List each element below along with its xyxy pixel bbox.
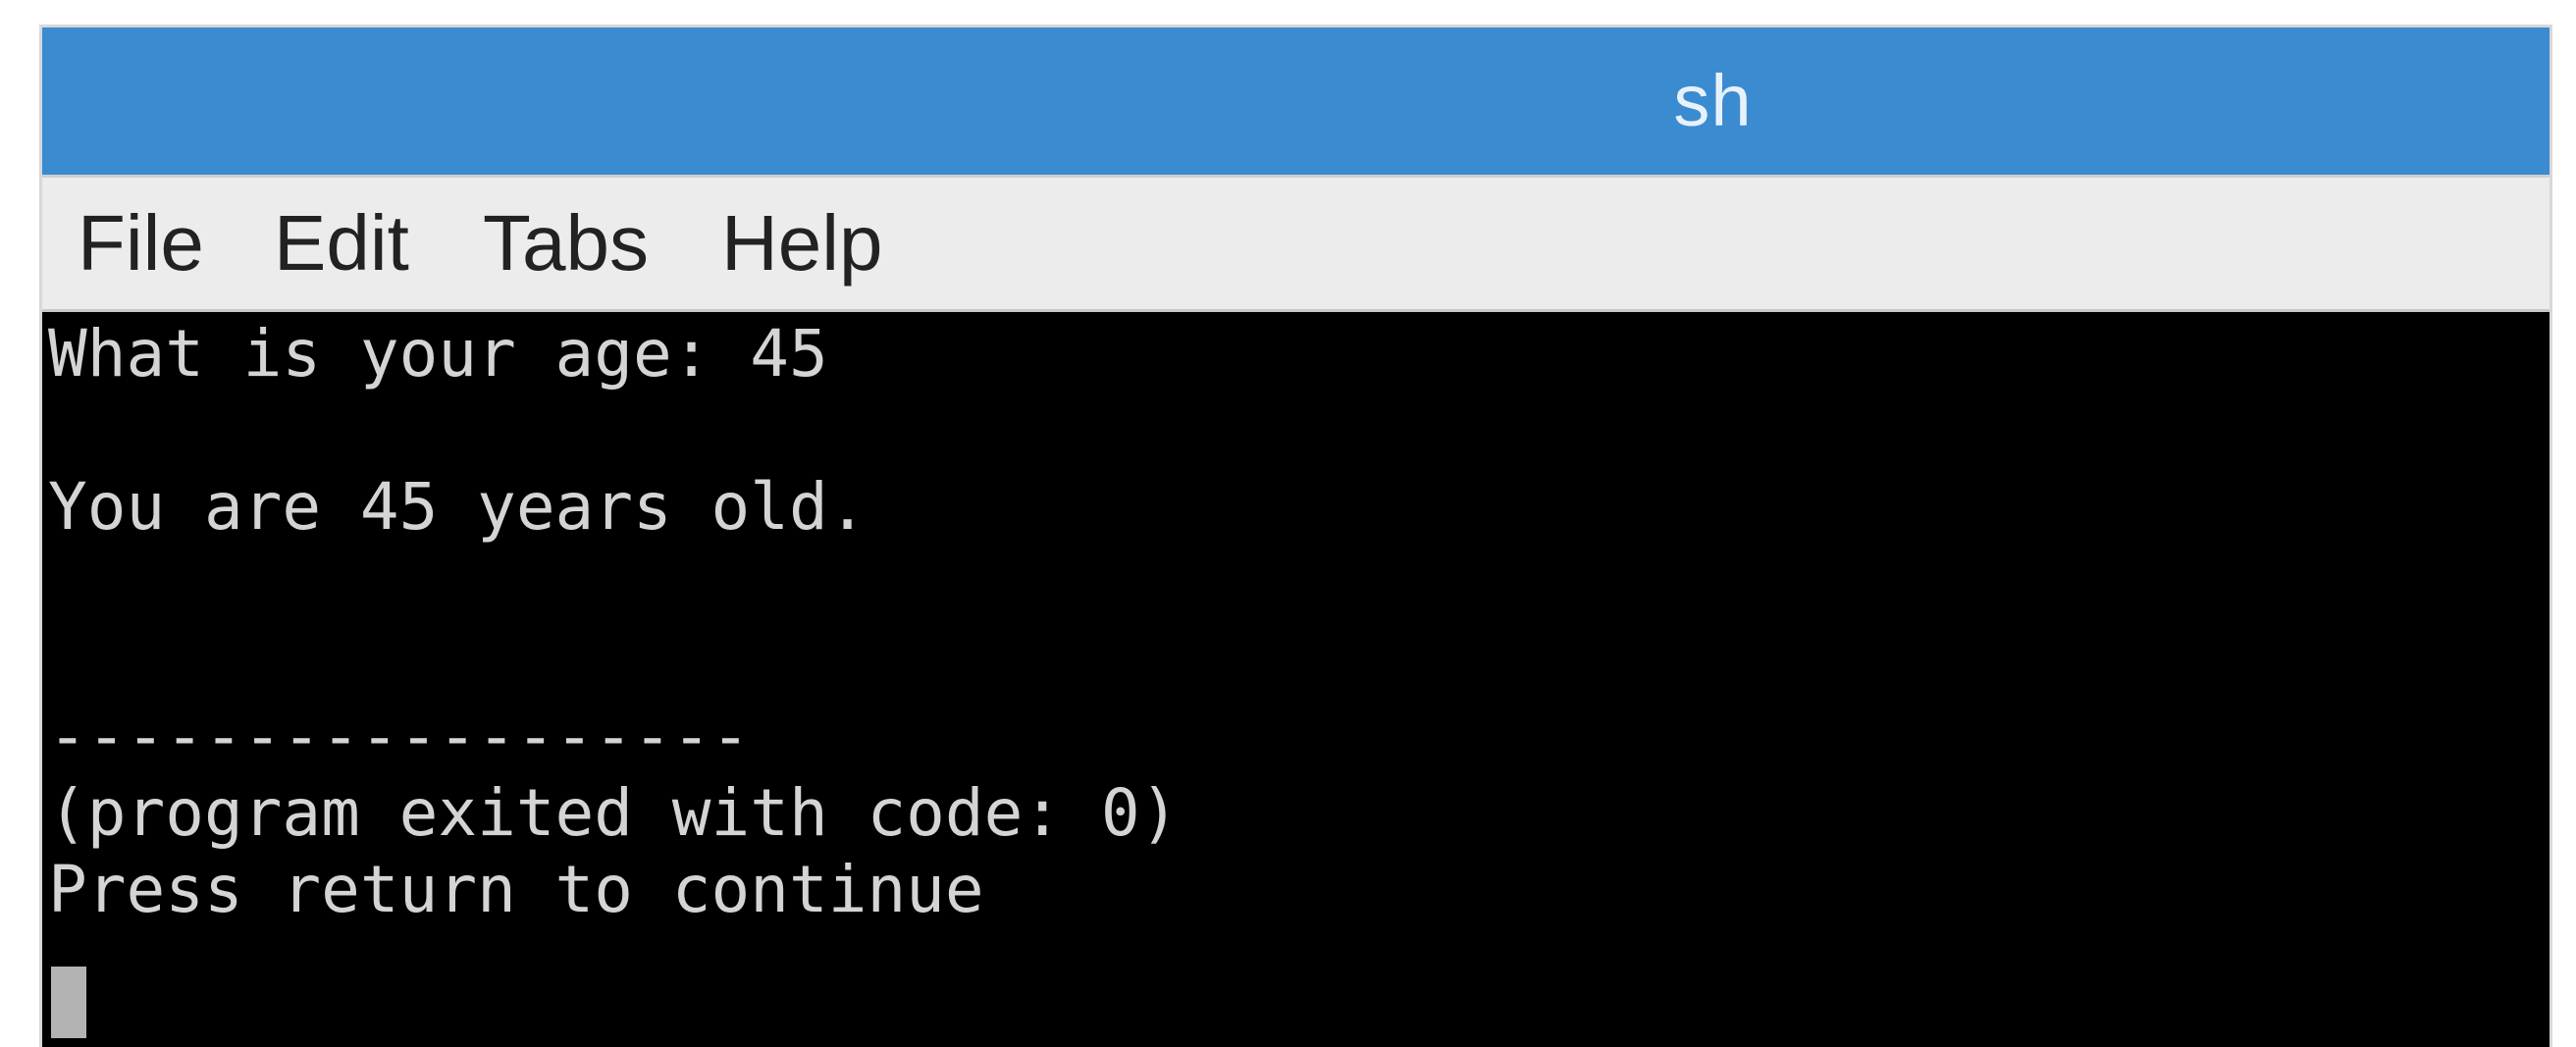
menu-help[interactable]: Help <box>721 178 883 309</box>
menu-file[interactable]: File <box>78 178 204 309</box>
terminal-line: You are 45 years old. <box>48 469 867 545</box>
terminal-line: Press return to continue <box>48 852 984 927</box>
text-cursor <box>51 967 86 1038</box>
terminal-line: (program exited with code: 0) <box>48 775 1180 851</box>
menu-edit[interactable]: Edit <box>274 178 409 309</box>
window-title: sh <box>1673 60 1753 141</box>
title-bar[interactable]: sh <box>42 27 2550 175</box>
terminal-line: ------------------ <box>48 699 751 774</box>
terminal-window: sh File Edit Tabs Help What is your age:… <box>42 27 2550 1047</box>
menu-bar: File Edit Tabs Help <box>42 175 2550 312</box>
terminal-output[interactable]: What is your age: 45 You are 45 years ol… <box>42 312 2550 1047</box>
menu-tabs[interactable]: Tabs <box>483 178 649 309</box>
terminal-line: What is your age: 45 <box>48 316 828 392</box>
